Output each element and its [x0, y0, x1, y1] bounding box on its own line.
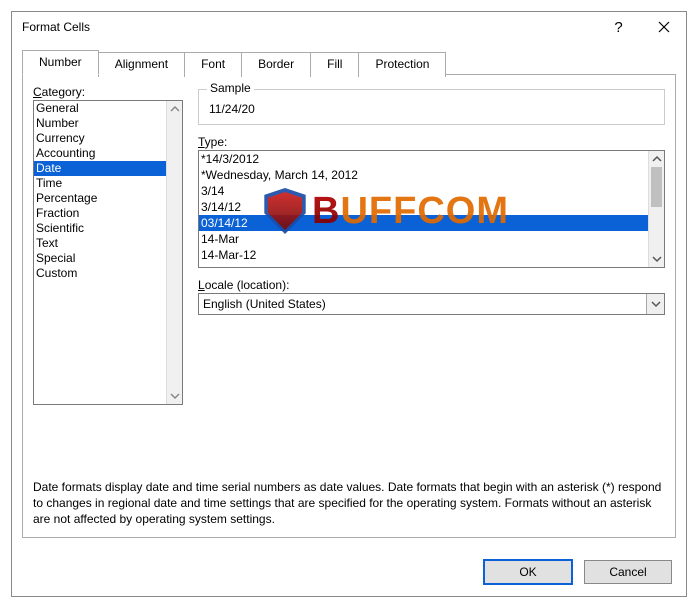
tab-fill[interactable]: Fill	[310, 52, 359, 77]
sample-group: Sample 11/24/20	[198, 89, 665, 125]
type-list[interactable]: *14/3/2012 *Wednesday, March 14, 2012 3/…	[198, 150, 665, 268]
list-item[interactable]: Percentage	[34, 191, 166, 206]
list-item[interactable]: Date	[34, 161, 166, 176]
list-item[interactable]: General	[34, 101, 166, 116]
dropdown-button[interactable]	[646, 294, 664, 314]
list-item[interactable]: 14-Mar-12	[199, 247, 648, 263]
dialog-title: Format Cells	[22, 20, 90, 34]
sample-value: 11/24/20	[207, 96, 656, 116]
list-item[interactable]: *14/3/2012	[199, 151, 648, 167]
category-list[interactable]: General Number Currency Accounting Date …	[33, 100, 183, 405]
list-item[interactable]: Accounting	[34, 146, 166, 161]
list-item[interactable]: Currency	[34, 131, 166, 146]
tab-border[interactable]: Border	[241, 52, 311, 77]
tab-strip: Number Alignment Font Border Fill Protec…	[22, 50, 676, 75]
description-text: Date formats display date and time seria…	[33, 479, 665, 527]
list-item[interactable]: Custom	[34, 266, 166, 281]
close-button[interactable]	[641, 12, 686, 42]
list-item[interactable]: 3/14	[199, 183, 648, 199]
scroll-down-icon[interactable]	[649, 251, 664, 267]
tab-page: Category: General Number Currency Accoun…	[22, 74, 676, 538]
sample-label: Sample	[207, 81, 254, 95]
category-label: Category:	[33, 85, 188, 99]
type-label: Type:	[198, 135, 665, 149]
list-item[interactable]: 3/14/12	[199, 199, 648, 215]
tab-number[interactable]: Number	[22, 50, 99, 75]
close-icon	[658, 21, 670, 33]
list-item[interactable]: 03/14/12	[199, 215, 648, 231]
scrollbar[interactable]	[648, 151, 664, 267]
scroll-up-icon[interactable]	[167, 101, 182, 117]
tab-protection[interactable]: Protection	[358, 52, 446, 77]
tab-alignment[interactable]: Alignment	[98, 52, 185, 77]
list-item[interactable]: 14-Mar	[199, 231, 648, 247]
tab-font[interactable]: Font	[184, 52, 242, 77]
scrollbar-thumb[interactable]	[651, 167, 662, 207]
format-cells-dialog: Format Cells ? Number Alignment Font Bor…	[11, 11, 687, 597]
scrollbar[interactable]	[166, 101, 182, 404]
locale-value: English (United States)	[199, 297, 646, 311]
scroll-down-icon[interactable]	[167, 388, 182, 404]
locale-dropdown[interactable]: English (United States)	[198, 293, 665, 315]
list-item[interactable]: Time	[34, 176, 166, 191]
locale-label: Locale (location):	[198, 278, 665, 292]
list-item[interactable]: *Wednesday, March 14, 2012	[199, 167, 648, 183]
ok-button[interactable]: OK	[484, 560, 572, 584]
cancel-button[interactable]: Cancel	[584, 560, 672, 584]
list-item[interactable]: Number	[34, 116, 166, 131]
titlebar: Format Cells ?	[12, 12, 686, 42]
help-button[interactable]: ?	[596, 12, 641, 42]
scroll-up-icon[interactable]	[649, 151, 664, 167]
list-item[interactable]: Fraction	[34, 206, 166, 221]
list-item[interactable]: Scientific	[34, 221, 166, 236]
list-item[interactable]: Text	[34, 236, 166, 251]
chevron-down-icon	[651, 299, 661, 309]
list-item[interactable]: Special	[34, 251, 166, 266]
